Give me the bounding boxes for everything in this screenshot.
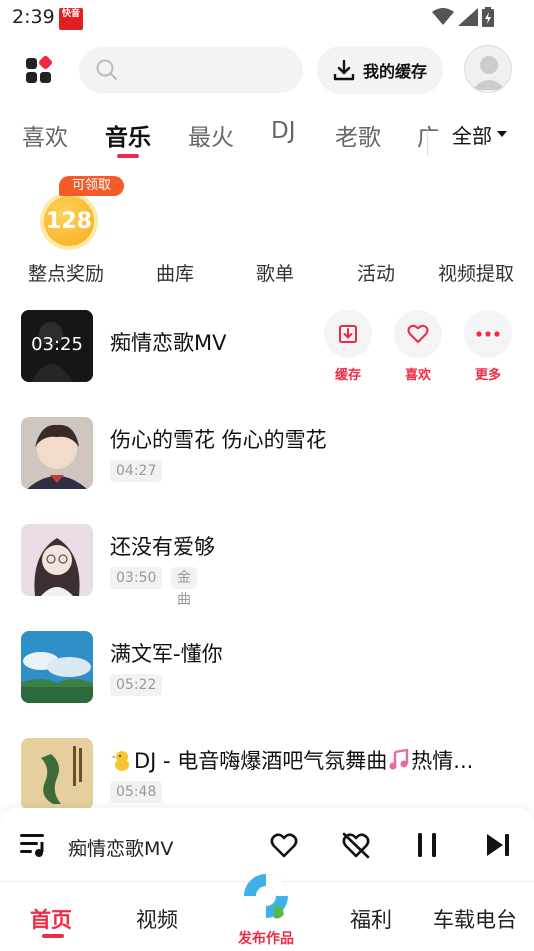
playlist-icon[interactable]	[20, 832, 50, 858]
song-thumbnail	[21, 524, 93, 596]
song-thumbnail: 03:25	[21, 310, 93, 382]
heart-icon	[407, 324, 429, 343]
like-label: 喜欢	[404, 368, 431, 383]
nav-car-radio[interactable]: 车载电台	[433, 904, 517, 934]
app-notification-icon: 快音	[59, 8, 83, 30]
cache-button[interactable]: 缓存	[324, 310, 372, 383]
wifi-icon	[432, 8, 454, 25]
category-tabs: 喜欢 音乐 最火 DJ 老歌 广 全部	[0, 110, 534, 160]
sky-landscape-cover	[21, 631, 93, 703]
like-button[interactable]: 喜欢	[394, 310, 442, 383]
quick-item-video-extract[interactable]: 视频提取	[438, 259, 514, 286]
coin-icon: 128	[44, 196, 94, 246]
publish-lifebuoy-icon[interactable]	[240, 870, 292, 922]
caret-down-icon	[497, 131, 507, 137]
nav-publish[interactable]: 发布作品	[238, 928, 294, 948]
download-icon	[333, 59, 355, 81]
anime-boy-cover	[21, 417, 93, 489]
nav-welfare[interactable]: 福利	[350, 904, 392, 934]
tab-divider	[427, 130, 428, 156]
all-categories-label: 全部	[452, 123, 492, 148]
cache-label: 缓存	[334, 368, 361, 383]
my-cache-label: 我的缓存	[362, 62, 427, 81]
tab-like[interactable]: 喜欢	[22, 118, 68, 152]
song-title: 满文军-懂你	[110, 642, 223, 666]
apps-menu-icon[interactable]	[24, 56, 54, 86]
dislike-heart-icon[interactable]	[341, 831, 371, 859]
hourly-reward-button[interactable]: 128	[40, 192, 98, 250]
status-time: 2:39	[12, 6, 55, 28]
ink-painting-cover	[21, 738, 93, 810]
search-icon	[96, 59, 117, 80]
quick-item-hourly-reward[interactable]: 整点奖励	[28, 259, 104, 286]
more-dots-icon	[476, 331, 500, 337]
duration-tag: 05:48	[110, 781, 163, 803]
all-categories-button[interactable]: 全部	[427, 110, 534, 158]
active-nav-indicator	[42, 934, 64, 938]
top-bar: 我的缓存	[0, 44, 534, 96]
list-item[interactable]: 满文军-懂你 05:22	[0, 621, 534, 711]
active-tab-indicator	[117, 154, 139, 158]
song-title: DJ - 电音嗨爆酒吧气氛舞曲 热情...	[110, 745, 473, 775]
song-title: 还没有爱够	[110, 535, 215, 559]
list-item[interactable]: 还没有爱够 03:50 金曲	[0, 514, 534, 608]
song-title: 痴情恋歌MV	[110, 331, 227, 355]
more-button[interactable]: 更多	[464, 310, 512, 383]
bottom-nav: 首页 视频 发布作品 福利 车载电台	[0, 874, 534, 951]
song-thumbnail	[21, 738, 93, 810]
quick-entries: 128 可领取 整点奖励 曲库 歌单 活动 视频提取	[0, 172, 534, 287]
duration-tag: 05:22	[110, 674, 163, 696]
quick-item-library[interactable]: 曲库	[156, 259, 194, 286]
chick-emoji-icon	[111, 751, 129, 771]
status-indicators	[432, 7, 494, 27]
more-label: 更多	[474, 368, 501, 383]
quick-item-playlists[interactable]: 歌单	[256, 259, 294, 286]
user-avatar-icon	[472, 56, 506, 90]
duration-tag: 03:50	[110, 567, 163, 589]
song-thumbnail	[21, 631, 93, 703]
my-cache-button[interactable]: 我的缓存	[317, 46, 443, 94]
tab-square[interactable]: 广	[417, 118, 440, 152]
music-notes-emoji-icon	[389, 748, 409, 770]
next-track-icon[interactable]	[485, 832, 511, 858]
list-item[interactable]: 03:25 痴情恋歌MV 缓存 喜欢 更多	[0, 300, 534, 390]
song-title-text: DJ - 电音嗨爆酒吧气氛舞曲	[134, 749, 388, 773]
tab-old-songs[interactable]: 老歌	[335, 118, 381, 152]
quick-item-events[interactable]: 活动	[357, 259, 395, 286]
hit-song-tag: 金曲	[171, 567, 197, 608]
girl-portrait-cover	[21, 524, 93, 596]
duration-tag: 04:27	[110, 460, 163, 482]
signal-icon	[458, 8, 478, 26]
status-bar: 2:39 快音	[0, 0, 534, 38]
nav-home[interactable]: 首页	[30, 904, 72, 934]
list-item[interactable]: DJ - 电音嗨爆酒吧气氛舞曲 热情... 05:48	[0, 728, 534, 818]
coin-value: 128	[46, 208, 92, 234]
claimable-badge: 可领取	[59, 176, 124, 196]
tab-hottest[interactable]: 最火	[188, 118, 234, 152]
video-duration: 03:25	[31, 334, 83, 355]
avatar[interactable]	[464, 45, 512, 93]
song-thumbnail	[21, 417, 93, 489]
heart-outline-icon[interactable]	[270, 832, 298, 858]
pause-icon[interactable]	[415, 832, 439, 858]
song-title-suffix: 热情...	[411, 749, 474, 773]
song-title: 伤心的雪花 伤心的雪花	[110, 428, 327, 452]
battery-icon	[482, 7, 494, 27]
tab-music[interactable]: 音乐	[105, 118, 151, 152]
tab-dj[interactable]: DJ	[271, 118, 296, 144]
search-input[interactable]	[79, 47, 303, 93]
nav-video[interactable]: 视频	[136, 904, 178, 934]
list-item[interactable]: 伤心的雪花 伤心的雪花 04:27	[0, 407, 534, 497]
now-playing-title: 痴情恋歌MV	[68, 838, 174, 860]
download-box-icon	[339, 325, 357, 343]
